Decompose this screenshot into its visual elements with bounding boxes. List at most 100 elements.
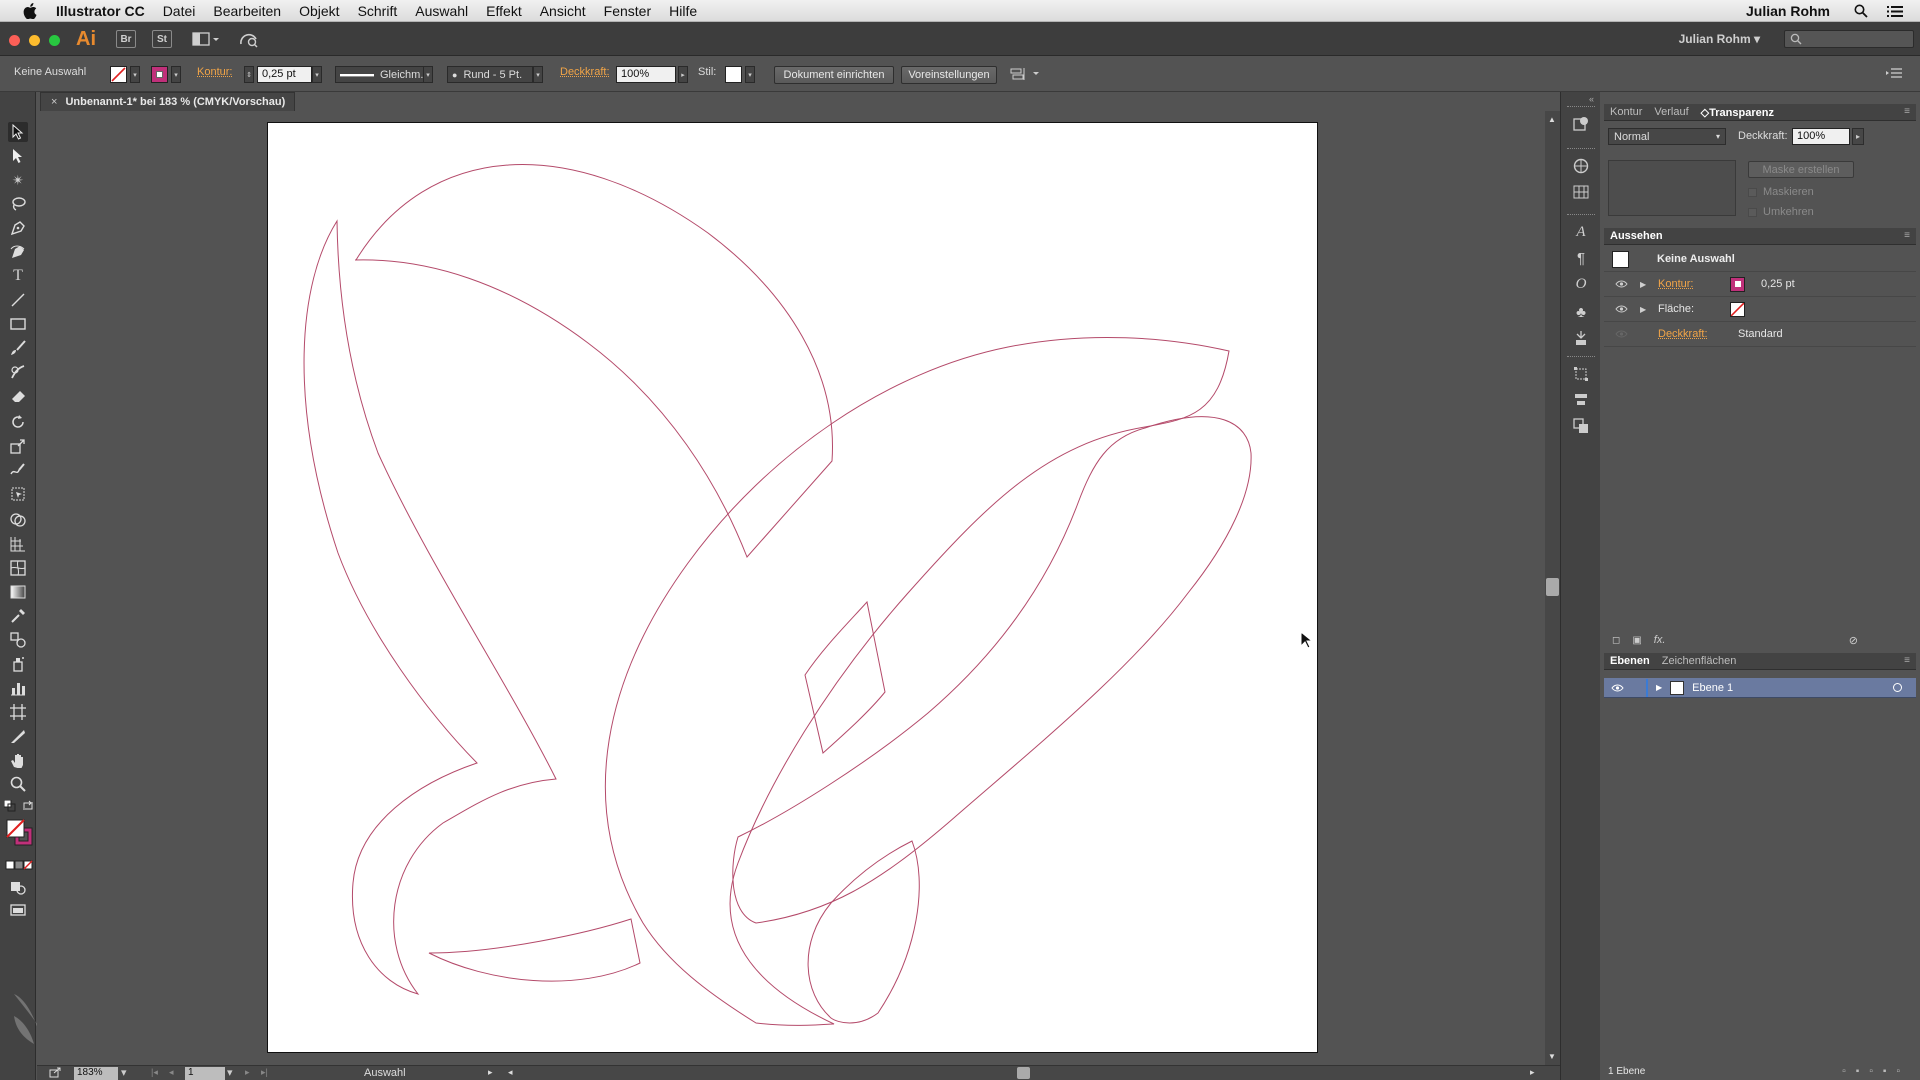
current-tool-status[interactable]: Auswahl bbox=[364, 1067, 406, 1079]
swap-colors-icon[interactable] bbox=[22, 800, 34, 812]
appearance-stroke-label[interactable]: Kontur: bbox=[1658, 278, 1730, 290]
apple-icon[interactable] bbox=[18, 0, 42, 22]
menu-ansicht[interactable]: Ansicht bbox=[540, 3, 586, 19]
workspace-user-menu[interactable]: Julian Rohm ▾ bbox=[1679, 32, 1760, 46]
layers-panel-menu-icon[interactable]: ≡ bbox=[1904, 655, 1910, 666]
brush-definition-dropdown[interactable]: ● Rund - 5 Pt. bbox=[447, 66, 533, 83]
graphic-style-arrow-icon[interactable]: ▾ bbox=[745, 66, 755, 83]
appearance-opacity-row[interactable]: Deckkraft: Standard bbox=[1604, 322, 1916, 347]
tab-kontur[interactable]: Kontur bbox=[1604, 106, 1648, 118]
hand-tool-icon[interactable] bbox=[8, 750, 28, 770]
appearance-opacity-value[interactable]: Standard bbox=[1738, 328, 1783, 340]
notification-list-icon[interactable] bbox=[1886, 2, 1904, 20]
gpu-performance-icon[interactable] bbox=[238, 30, 258, 48]
magic-wand-tool-icon[interactable]: ✴ bbox=[8, 170, 28, 190]
appearance-fill-row[interactable]: ▶ Fläche: bbox=[1604, 297, 1916, 322]
opacity-label[interactable]: Deckkraft: bbox=[560, 66, 610, 78]
stock-search-input[interactable] bbox=[1784, 30, 1914, 48]
transparency-panel-menu-icon[interactable]: ≡ bbox=[1904, 106, 1910, 117]
opacity-field[interactable]: 100% bbox=[616, 66, 676, 83]
align-panel-icon[interactable] bbox=[1571, 390, 1591, 410]
stroke-weight-field[interactable]: 0,25 pt bbox=[257, 66, 312, 83]
screen-mode-icon[interactable] bbox=[8, 900, 28, 920]
color-guide-panel-icon[interactable] bbox=[1571, 156, 1591, 176]
layer-expand-icon[interactable]: ▶ bbox=[1656, 683, 1662, 692]
app-menu[interactable]: Illustrator CC bbox=[56, 3, 145, 19]
graphic-styles-panel-icon[interactable] bbox=[1571, 328, 1591, 348]
shape-builder-tool-icon[interactable] bbox=[8, 510, 28, 530]
blend-tool-icon[interactable] bbox=[8, 630, 28, 650]
stroke-visibility-eye-icon[interactable] bbox=[1614, 279, 1628, 289]
eyedropper-tool-icon[interactable] bbox=[8, 606, 28, 626]
stroke-expand-icon[interactable]: ▶ bbox=[1640, 280, 1650, 289]
zoom-tool-icon[interactable] bbox=[8, 774, 28, 794]
status-menu-arrow-icon[interactable]: ▸ bbox=[488, 1067, 493, 1078]
document-setup-button[interactable]: Dokument einrichten bbox=[774, 66, 894, 84]
free-transform-tool-icon[interactable] bbox=[8, 484, 28, 504]
add-new-effect-icon[interactable]: fx. bbox=[1654, 634, 1666, 646]
warp-tool-icon[interactable] bbox=[8, 460, 28, 480]
lasso-tool-icon[interactable] bbox=[8, 194, 28, 214]
transparency-opacity-field[interactable]: 100% bbox=[1792, 128, 1850, 145]
appearance-opacity-label[interactable]: Deckkraft: bbox=[1658, 328, 1730, 340]
curvature-tool-icon[interactable] bbox=[8, 242, 28, 262]
tab-transparenz[interactable]: ◇Transparenz bbox=[1695, 106, 1780, 119]
rotate-tool-icon[interactable] bbox=[8, 412, 28, 432]
close-document-icon[interactable]: × bbox=[51, 96, 57, 108]
share-icon[interactable] bbox=[49, 1067, 61, 1080]
scroll-down-icon[interactable]: ▼ bbox=[1548, 1052, 1556, 1061]
opacity-visibility-eye-icon[interactable] bbox=[1614, 329, 1628, 339]
menu-auswahl[interactable]: Auswahl bbox=[415, 3, 468, 19]
tab-verlauf[interactable]: Verlauf bbox=[1648, 106, 1694, 118]
symbol-sprayer-tool-icon[interactable] bbox=[8, 654, 28, 674]
appearance-stroke-value[interactable]: 0,25 pt bbox=[1761, 278, 1795, 290]
fill-stroke-swatches[interactable] bbox=[6, 819, 34, 847]
character-panel-icon[interactable]: A bbox=[1571, 222, 1591, 242]
clip-checkbox[interactable]: Maskieren bbox=[1748, 186, 1814, 198]
variable-width-profile-dropdown[interactable]: Gleichm. bbox=[335, 66, 433, 83]
arrange-documents-icon[interactable] bbox=[192, 30, 222, 48]
appearance-panel-menu-icon[interactable]: ≡ bbox=[1904, 230, 1910, 241]
zoom-window-button[interactable] bbox=[49, 35, 60, 46]
column-graph-tool-icon[interactable] bbox=[8, 678, 28, 698]
layer-visibility-eye-icon[interactable] bbox=[1610, 683, 1624, 693]
default-colors-icon[interactable] bbox=[4, 800, 16, 812]
collapse-dock-icon[interactable]: « bbox=[1589, 94, 1594, 104]
control-panel-menu-icon[interactable] bbox=[1886, 67, 1902, 82]
layer-actions-icon[interactable]: ▫▪▫▪▫ bbox=[1842, 1066, 1910, 1077]
paintbrush-tool-icon[interactable] bbox=[8, 338, 28, 358]
transparency-opacity-arrow-icon[interactable]: ▸ bbox=[1852, 128, 1864, 145]
zoom-level-field[interactable]: 183% bbox=[74, 1067, 118, 1080]
menu-fenster[interactable]: Fenster bbox=[604, 3, 651, 19]
artwork-outlines[interactable] bbox=[268, 123, 1319, 1054]
brush-arrow-icon[interactable]: ▾ bbox=[533, 66, 543, 83]
pen-tool-icon[interactable] bbox=[8, 218, 28, 238]
last-artboard-icon[interactable]: ▸| bbox=[261, 1067, 268, 1078]
scale-tool-icon[interactable] bbox=[8, 436, 28, 456]
appearance-target-row[interactable]: Keine Auswahl bbox=[1604, 247, 1916, 272]
perspective-grid-tool-icon[interactable] bbox=[8, 534, 28, 554]
scroll-up-icon[interactable]: ▲ bbox=[1548, 115, 1556, 124]
drawing-modes-icon[interactable] bbox=[8, 878, 28, 898]
menu-schrift[interactable]: Schrift bbox=[358, 3, 398, 19]
mask-thumbnail[interactable] bbox=[1608, 160, 1736, 216]
stroke-weight-dropdown-icon[interactable]: ▾ bbox=[312, 66, 322, 83]
fill-expand-icon[interactable]: ▶ bbox=[1640, 305, 1650, 314]
zoom-dropdown-icon[interactable]: ▾ bbox=[121, 1066, 127, 1079]
appearance-stroke-swatch[interactable] bbox=[1730, 276, 1745, 292]
layer-row[interactable]: ▶ Ebene 1 bbox=[1604, 678, 1916, 698]
menu-bearbeiten[interactable]: Bearbeiten bbox=[213, 3, 281, 19]
opentype-panel-icon[interactable]: O bbox=[1571, 274, 1591, 294]
type-tool-icon[interactable]: T bbox=[8, 266, 28, 286]
stroke-profile-arrow-icon[interactable]: ▾ bbox=[423, 66, 433, 83]
rectangle-tool-icon[interactable] bbox=[8, 314, 28, 334]
next-artboard-icon[interactable]: ▸ bbox=[245, 1067, 250, 1078]
menu-datei[interactable]: Datei bbox=[163, 3, 196, 19]
paragraph-panel-icon[interactable]: ¶ bbox=[1571, 248, 1591, 268]
swatches-panel-icon[interactable] bbox=[1571, 182, 1591, 202]
scroll-right-icon[interactable]: ▸ bbox=[1530, 1067, 1535, 1078]
direct-selection-tool-icon[interactable] bbox=[8, 146, 28, 166]
bridge-button[interactable]: Br bbox=[116, 30, 136, 48]
first-artboard-icon[interactable]: |◂ bbox=[151, 1067, 158, 1078]
document-tab[interactable]: × Unbenannt-1* bei 183 % (CMYK/Vorschau) bbox=[40, 92, 295, 111]
